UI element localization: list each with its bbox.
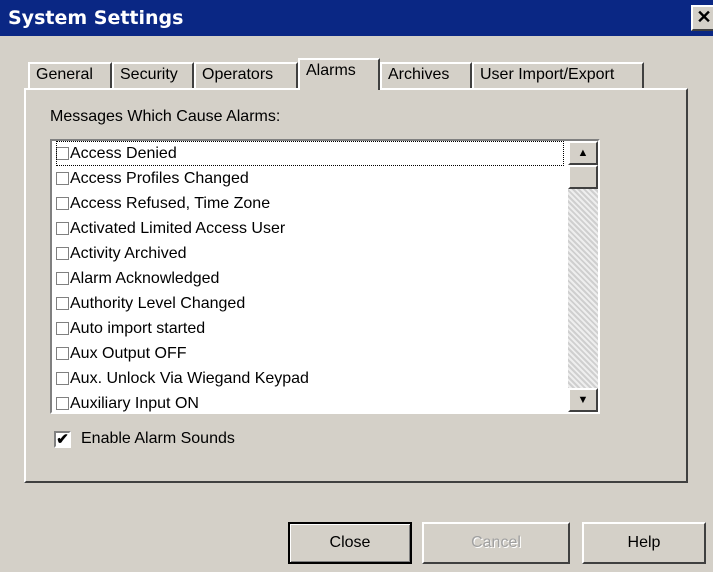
item-label: Aux. Unlock Via Wiegand Keypad [70, 369, 309, 387]
close-button[interactable]: Close [288, 522, 412, 564]
alarm-messages-label: Messages Which Cause Alarms: [50, 108, 281, 125]
list-item[interactable]: Access Refused, Time Zone [56, 191, 566, 216]
tab-general[interactable]: General [28, 62, 112, 88]
item-label: Aux Output OFF [70, 344, 187, 362]
item-label: Activity Archived [70, 244, 187, 262]
help-button[interactable]: Help [582, 522, 706, 564]
list-item[interactable]: Aux Output OFF [56, 341, 566, 366]
tab-security[interactable]: Security [112, 62, 194, 88]
item-checkbox[interactable] [56, 197, 69, 210]
close-icon: ✕ [696, 7, 712, 27]
item-label: Auxiliary Input ON [70, 394, 199, 412]
scroll-up-button[interactable]: ▲ [568, 141, 598, 165]
item-checkbox[interactable] [56, 297, 69, 310]
item-label: Access Refused, Time Zone [70, 194, 271, 212]
list-scrollbar[interactable]: ▲ ▼ [568, 141, 598, 412]
window-title: System Settings [8, 7, 184, 29]
item-label: Auto import started [70, 319, 206, 337]
item-checkbox[interactable] [56, 172, 69, 185]
tab-archives[interactable]: Archives [380, 62, 472, 88]
item-checkbox[interactable] [56, 147, 69, 160]
tab-label: General [36, 66, 93, 83]
tab-label: Security [120, 66, 178, 83]
tab-alarms[interactable]: Alarms [298, 58, 380, 90]
item-checkbox[interactable] [56, 272, 69, 285]
checkmark-icon: ✔ [56, 430, 69, 448]
scroll-thumb[interactable] [568, 165, 598, 189]
enable-alarm-sounds-checkbox[interactable]: ✔ [54, 430, 71, 448]
list-item[interactable]: Access Denied [56, 141, 564, 166]
item-checkbox[interactable] [56, 247, 69, 260]
tab-label: Alarms [306, 62, 356, 79]
enable-alarm-sounds-label: Enable Alarm Sounds [81, 430, 235, 447]
cancel-button[interactable]: Cancel [422, 522, 570, 564]
list-item[interactable]: Auxiliary Input ON [56, 391, 566, 412]
tab-label: Archives [388, 66, 450, 83]
enable-alarm-sounds-option[interactable]: ✔ Enable Alarm Sounds [54, 430, 235, 448]
item-label: Authority Level Changed [70, 294, 246, 312]
item-label: Activated Limited Access User [70, 219, 286, 237]
list-item[interactable]: Activated Limited Access User [56, 216, 566, 241]
item-checkbox[interactable] [56, 222, 69, 235]
list-item[interactable]: Alarm Acknowledged [56, 266, 566, 291]
alarm-messages-list[interactable]: Access Denied Access Profiles Changed Ac… [50, 139, 600, 414]
item-checkbox[interactable] [56, 397, 69, 410]
list-item[interactable]: Aux. Unlock Via Wiegand Keypad [56, 366, 566, 391]
list-item[interactable]: Authority Level Changed [56, 291, 566, 316]
scroll-down-button[interactable]: ▼ [568, 388, 598, 412]
tab-operators[interactable]: Operators [194, 62, 298, 88]
list-item[interactable]: Access Profiles Changed [56, 166, 566, 191]
scroll-up-arrow-icon: ▲ [577, 147, 589, 159]
item-label: Alarm Acknowledged [70, 269, 220, 287]
list-item[interactable]: Activity Archived [56, 241, 566, 266]
scroll-down-arrow-icon: ▼ [577, 394, 589, 406]
close-window-button[interactable]: ✕ [691, 5, 713, 31]
tab-user-import-export[interactable]: User Import/Export [472, 62, 644, 88]
item-checkbox[interactable] [56, 322, 69, 335]
title-bar[interactable]: System Settings ✕ [0, 0, 713, 36]
tab-label: User Import/Export [480, 66, 615, 83]
list-item[interactable]: Auto import started [56, 316, 566, 341]
item-label: Access Denied [70, 144, 177, 162]
item-label: Access Profiles Changed [70, 169, 249, 187]
item-checkbox[interactable] [56, 347, 69, 360]
tab-label: Operators [202, 66, 274, 83]
item-checkbox[interactable] [56, 372, 69, 385]
